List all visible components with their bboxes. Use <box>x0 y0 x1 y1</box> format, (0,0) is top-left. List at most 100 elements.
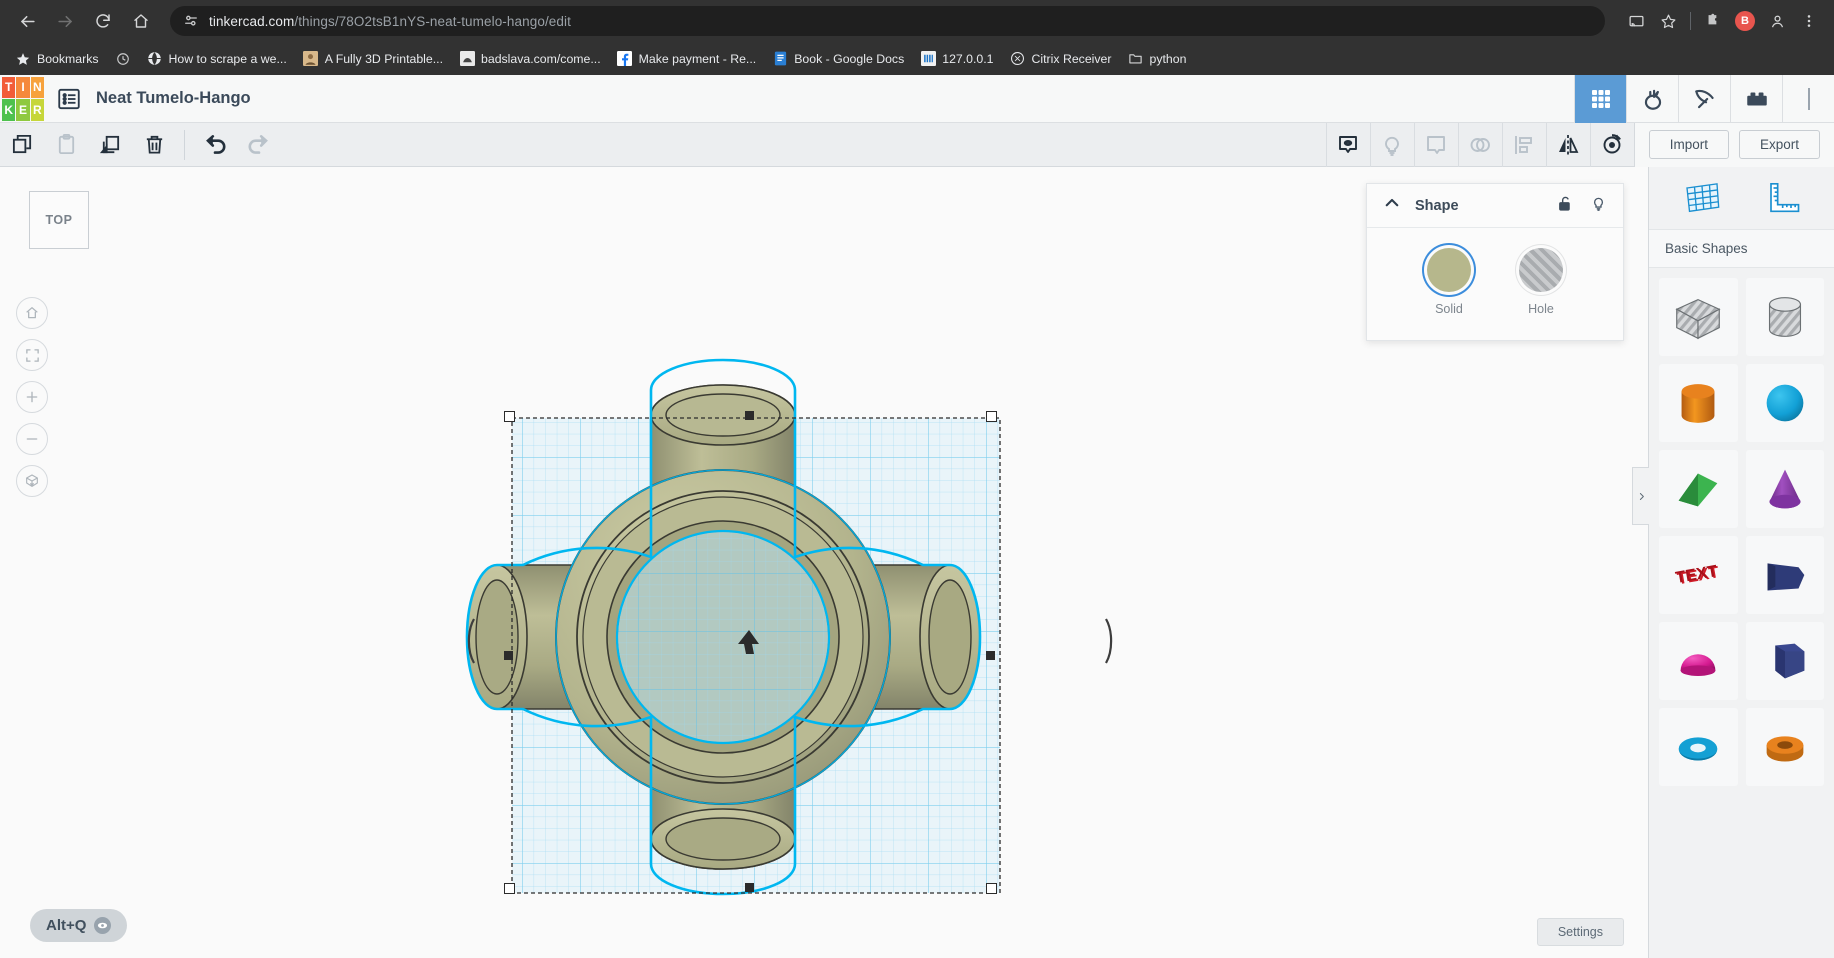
bookmark-item[interactable]: Bookmarks <box>8 47 106 71</box>
citrix-icon <box>1010 51 1026 67</box>
half-sphere-shape[interactable] <box>1659 622 1738 700</box>
lightbulb-icon[interactable] <box>1370 123 1414 167</box>
bookmark-item[interactable]: How to scrape a we... <box>140 47 294 71</box>
more-modes-button[interactable] <box>1782 75 1834 123</box>
lightbulb-icon[interactable] <box>1590 195 1607 217</box>
hole-swatch[interactable] <box>1519 248 1563 292</box>
selection-handle-top-left[interactable] <box>504 411 515 422</box>
main-area: Workplane TOP <box>0 167 1834 958</box>
chrome-menu-icon[interactable] <box>1794 6 1824 36</box>
forward-arrow-icon[interactable] <box>48 4 82 38</box>
home-icon[interactable] <box>124 4 158 38</box>
chevron-up-icon[interactable] <box>1383 194 1401 217</box>
unlock-icon[interactable] <box>1557 195 1574 217</box>
selection-handle-left-mid[interactable] <box>504 651 513 660</box>
selection-handle-bottom-right[interactable] <box>986 883 997 894</box>
zoom-in-button[interactable] <box>16 381 48 413</box>
notification-badge-icon[interactable]: B <box>1730 6 1760 36</box>
minecraft-mode-button[interactable] <box>1678 75 1730 123</box>
eye-view-icon[interactable] <box>1326 123 1370 167</box>
ruler-icon[interactable] <box>1759 176 1803 220</box>
logo-tile: T <box>2 77 15 99</box>
duplicate-button[interactable] <box>88 123 132 167</box>
text-shape[interactable]: TEXT TEXT <box>1659 536 1738 614</box>
tinkercad-logo[interactable]: T I N K E R <box>0 76 46 122</box>
bookmark-item-history[interactable] <box>108 47 138 71</box>
site-settings-icon[interactable] <box>182 12 200 30</box>
sphere-shape[interactable] <box>1746 364 1825 442</box>
home-view-button[interactable] <box>16 297 48 329</box>
design-mode-button[interactable] <box>1574 75 1626 123</box>
settings-button[interactable]: Settings <box>1537 918 1624 946</box>
wedge-shape[interactable] <box>1746 536 1825 614</box>
bookmark-star-icon[interactable] <box>1653 6 1683 36</box>
selection-handle-top-right[interactable] <box>986 411 997 422</box>
reload-icon[interactable] <box>86 4 120 38</box>
polygon-shape[interactable] <box>1746 622 1825 700</box>
roof-shape[interactable] <box>1659 450 1738 528</box>
back-arrow-icon[interactable] <box>10 4 44 38</box>
profile-icon[interactable] <box>1762 6 1792 36</box>
import-button[interactable]: Import <box>1649 130 1729 159</box>
logo-tile: N <box>31 77 44 99</box>
shape-panel-actions <box>1557 195 1607 217</box>
bookmark-item[interactable]: Make payment - Re... <box>610 47 764 71</box>
view-cube[interactable]: TOP <box>29 191 89 249</box>
sidebar-collapse-tab[interactable] <box>1632 467 1649 525</box>
paste-button[interactable] <box>44 123 88 167</box>
torus-shape[interactable] <box>1659 708 1738 786</box>
cylinder-hole-shape[interactable] <box>1746 278 1825 356</box>
document-list-icon[interactable] <box>56 86 82 112</box>
copy-button[interactable] <box>0 123 44 167</box>
selection-handle-bottom-mid[interactable] <box>745 883 754 892</box>
folder-icon <box>1127 51 1143 67</box>
svg-text:TEXT: TEXT <box>1674 562 1718 587</box>
design-canvas[interactable]: Workplane TOP <box>0 167 1648 958</box>
bookmark-folder[interactable]: python <box>1120 47 1193 71</box>
solid-option[interactable]: Solid <box>1427 248 1471 316</box>
group-shapes-icon[interactable] <box>1414 123 1458 167</box>
shape-category-label[interactable]: Basic Shapes <box>1649 229 1834 268</box>
bookmark-item[interactable]: Book - Google Docs <box>765 47 911 71</box>
rotate-view-icon[interactable] <box>1590 123 1634 167</box>
undo-arrow-icon[interactable] <box>193 123 237 167</box>
page-title[interactable]: Neat Tumelo-Hango <box>96 89 251 108</box>
ungroup-shapes-icon[interactable] <box>1458 123 1502 167</box>
bookmark-item[interactable]: 127.0.0.1 <box>913 47 1000 71</box>
box-hole-shape[interactable] <box>1659 278 1738 356</box>
screen-cast-icon[interactable] <box>1621 6 1651 36</box>
bookmark-item[interactable]: Citrix Receiver <box>1003 47 1119 71</box>
shape-properties-panel: Shape Solid Hole <box>1366 183 1624 341</box>
address-bar[interactable]: tinkercad.com/things/78O2tsB1nYS-neat-tu… <box>170 6 1605 36</box>
tube-shape[interactable] <box>1746 708 1825 786</box>
bookmark-label: 127.0.0.1 <box>942 52 993 66</box>
mirror-flip-icon[interactable] <box>1546 123 1590 167</box>
cylinder-shape[interactable] <box>1659 364 1738 442</box>
align-icon[interactable] <box>1502 123 1546 167</box>
bookmark-item[interactable]: badslava.com/come... <box>452 47 608 71</box>
workplane-grid-icon[interactable] <box>1680 176 1724 220</box>
logo-tile: E <box>16 99 29 121</box>
alt-q-shortcut-pill[interactable]: Alt+Q <box>30 909 127 942</box>
profile-avatar[interactable]: B <box>1735 11 1755 31</box>
selection-handle-top-mid[interactable] <box>745 411 754 420</box>
selection-handle-bottom-left[interactable] <box>504 883 515 894</box>
bookmark-item[interactable]: A Fully 3D Printable... <box>296 47 450 71</box>
shapes-sidebar: Basic Shapes <box>1648 167 1834 958</box>
trash-icon[interactable] <box>132 123 176 167</box>
solid-swatch[interactable] <box>1427 248 1471 292</box>
extensions-icon[interactable] <box>1698 6 1728 36</box>
url-text: tinkercad.com/things/78O2tsB1nYS-neat-tu… <box>209 14 571 29</box>
badslava-icon <box>459 51 475 67</box>
codeblocks-mode-button[interactable] <box>1626 75 1678 123</box>
bricks-mode-button[interactable] <box>1730 75 1782 123</box>
hole-option[interactable]: Hole <box>1519 248 1563 316</box>
selection-handle-right-mid[interactable] <box>986 651 995 660</box>
cone-shape[interactable] <box>1746 450 1825 528</box>
ortho-perspective-button[interactable] <box>16 465 48 497</box>
fit-to-view-button[interactable] <box>16 339 48 371</box>
star-icon <box>15 51 31 67</box>
redo-arrow-icon[interactable] <box>237 123 281 167</box>
export-button[interactable]: Export <box>1739 130 1820 159</box>
zoom-out-button[interactable] <box>16 423 48 455</box>
